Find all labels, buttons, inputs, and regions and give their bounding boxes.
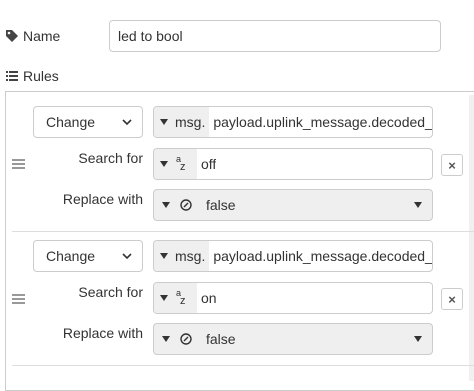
caret-down-icon bbox=[414, 202, 422, 208]
caret-down-icon bbox=[414, 336, 422, 342]
search-for-input[interactable]: az on bbox=[153, 282, 433, 314]
rule-action-label: Change bbox=[46, 114, 96, 130]
string-type-icon: az bbox=[176, 154, 186, 173]
search-for-value: off bbox=[197, 149, 217, 179]
boolean-type-icon bbox=[180, 199, 192, 211]
property-value: payload.uplink_message.decoded_p bbox=[213, 248, 432, 264]
rule-divider bbox=[12, 231, 474, 232]
replace-with-select[interactable]: false bbox=[153, 189, 433, 221]
search-for-label: Search for bbox=[78, 150, 143, 166]
drag-handle-icon[interactable] bbox=[12, 157, 25, 171]
search-type-selector[interactable]: az bbox=[154, 283, 197, 313]
name-label: Name bbox=[6, 28, 60, 44]
rule-property-input[interactable]: msg. payload.uplink_message.decoded_p bbox=[153, 106, 433, 138]
caret-down-icon bbox=[162, 202, 170, 208]
property-type-label: msg. bbox=[175, 114, 206, 130]
caret-down-icon bbox=[160, 161, 168, 167]
close-icon: × bbox=[448, 157, 456, 173]
rules-label-text: Rules bbox=[23, 68, 59, 84]
remove-rule-button[interactable]: × bbox=[441, 288, 463, 310]
rule-action-select[interactable]: Change bbox=[33, 240, 143, 272]
list-icon bbox=[6, 71, 18, 81]
rule-divider bbox=[12, 365, 474, 366]
property-value: payload.uplink_message.decoded_p bbox=[213, 114, 432, 130]
name-label-text: Name bbox=[23, 28, 61, 44]
rule-action-label: Change bbox=[46, 248, 96, 264]
replace-with-select[interactable]: false bbox=[153, 323, 433, 355]
replace-with-value: false bbox=[206, 331, 236, 347]
property-type-selector[interactable]: msg. bbox=[154, 241, 210, 271]
chevron-down-icon bbox=[122, 119, 132, 126]
replace-with-label: Replace with bbox=[62, 325, 143, 341]
rules-label: Rules bbox=[6, 68, 59, 84]
search-for-value: on bbox=[197, 283, 217, 313]
replace-with-label: Replace with bbox=[62, 191, 143, 207]
remove-rule-button[interactable]: × bbox=[441, 154, 463, 176]
tag-icon bbox=[6, 30, 18, 42]
chevron-down-icon bbox=[122, 253, 132, 260]
search-type-selector[interactable]: az bbox=[154, 149, 197, 179]
boolean-type-icon bbox=[180, 333, 192, 345]
caret-down-icon bbox=[160, 295, 168, 301]
rules-scrollbar[interactable] bbox=[469, 95, 474, 381]
name-input[interactable]: led to bool bbox=[109, 20, 441, 52]
close-icon: × bbox=[448, 291, 456, 307]
drag-handle-icon[interactable] bbox=[12, 292, 25, 306]
rule-action-select[interactable]: Change bbox=[33, 106, 143, 138]
rule-property-input[interactable]: msg. payload.uplink_message.decoded_p bbox=[153, 240, 433, 272]
string-type-icon: az bbox=[176, 288, 186, 307]
property-type-selector[interactable]: msg. bbox=[154, 107, 210, 137]
search-for-label: Search for bbox=[78, 284, 143, 300]
caret-down-icon bbox=[160, 119, 168, 125]
property-type-label: msg. bbox=[175, 248, 206, 264]
caret-down-icon bbox=[162, 336, 170, 342]
search-for-input[interactable]: az off bbox=[153, 148, 433, 180]
caret-down-icon bbox=[160, 253, 168, 259]
replace-with-value: false bbox=[206, 197, 236, 213]
